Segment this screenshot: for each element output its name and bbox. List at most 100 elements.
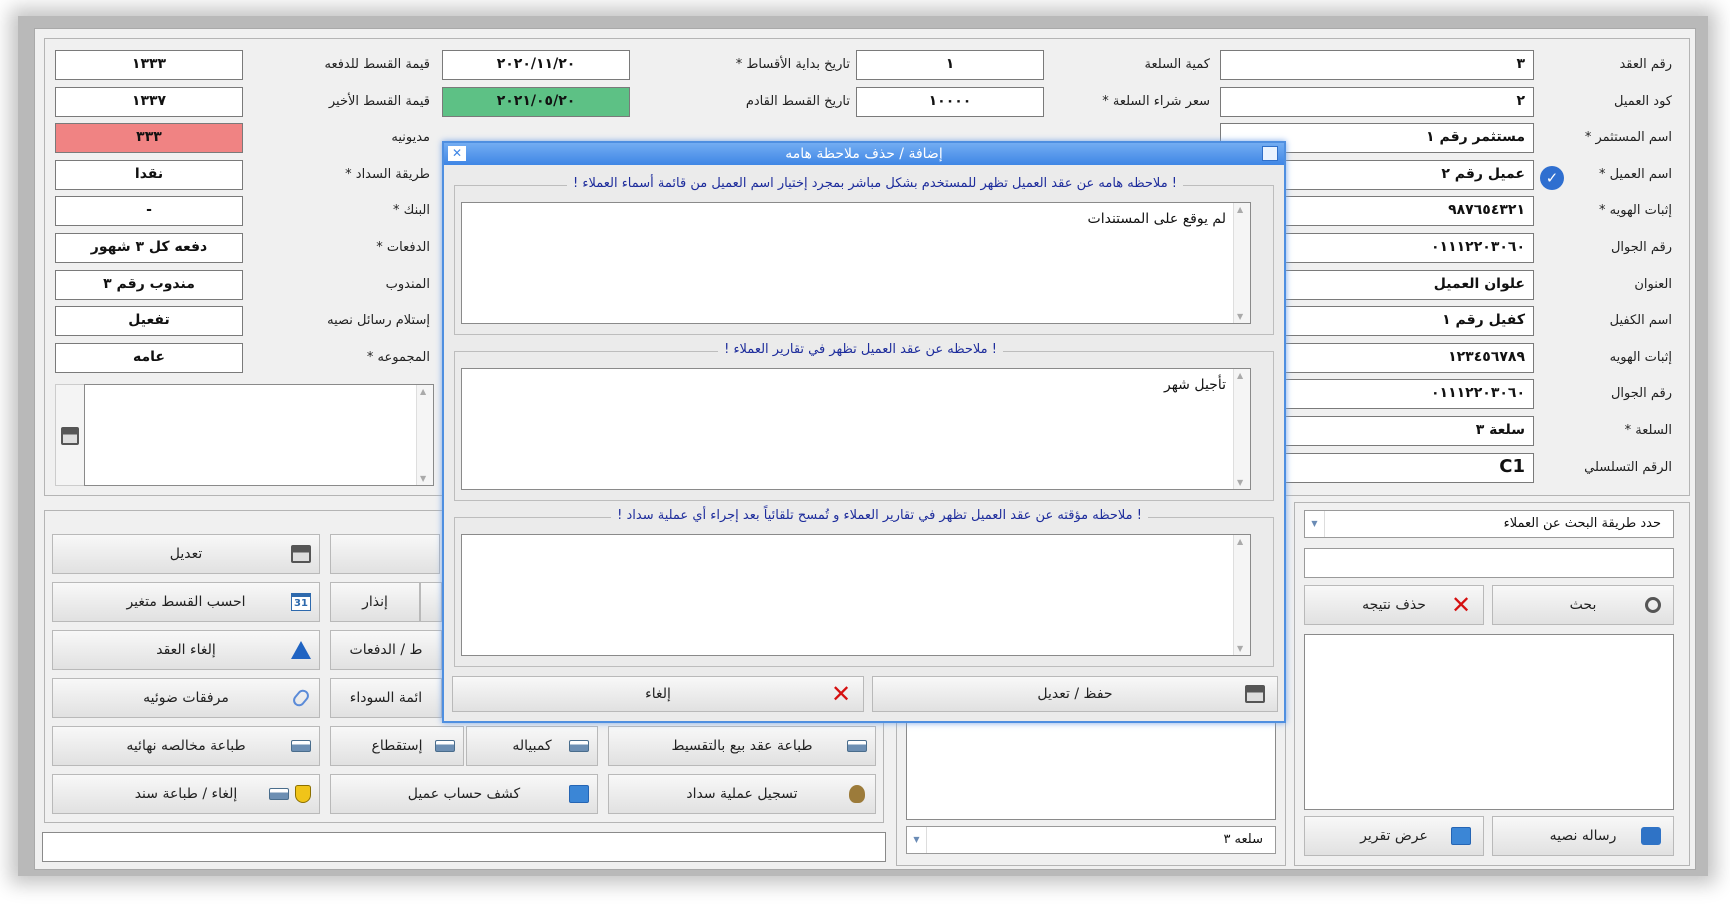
close-icon[interactable]: ✕ — [448, 146, 466, 161]
report-note-group: ! ملاحظه عن عقد العميل تظهر في تقارير ال… — [454, 342, 1274, 501]
status-bar — [42, 832, 886, 862]
col3-label-0: * تاريخ بداية الأقساط — [735, 57, 850, 72]
note-dialog: ✕ إضافة / حذف ملاحظة هامه ! ملاحظه هامه … — [442, 141, 1286, 723]
col2-field-0[interactable]: ١ — [856, 50, 1044, 80]
check-verified-icon: ✓ — [1540, 166, 1564, 190]
blacklist-button[interactable]: ائمة السوداء — [330, 678, 442, 718]
col2-label-0: كمية السلعة — [1144, 57, 1210, 72]
col4-label-2: مديونيه — [391, 130, 430, 145]
col4-label-8: * المجموعه — [366, 350, 430, 365]
window-icon — [1262, 146, 1278, 161]
col4-label-3: * طريقة السداد — [345, 167, 430, 182]
col1-label-2: * اسم المستثمر — [1584, 130, 1672, 145]
col2-label-1: * سعر شراء السلعة — [1102, 94, 1210, 109]
close-icon: ✕ — [1451, 591, 1472, 619]
col4-field-4[interactable]: - — [55, 196, 243, 226]
col1-label-1: كود العميل — [1614, 94, 1672, 109]
col1-field-0[interactable]: ٣ — [1220, 50, 1534, 80]
search-method-combo[interactable]: ▼ حدد طريقة البحث عن العملاء — [1304, 510, 1674, 538]
search-icon — [1645, 597, 1661, 613]
deduction-button[interactable]: إستقطاع — [330, 726, 464, 766]
print-clearance-button[interactable]: طباعة مخالصه نهائيه — [52, 726, 320, 766]
col4-field-1[interactable]: ١٣٣٧ — [55, 87, 243, 117]
group-legend: ! ملاحظه عن عقد العميل تظهر في تقارير ال… — [718, 342, 1003, 357]
col4-label-0: قيمة القسط للدفعه — [324, 57, 430, 72]
scrollbar[interactable] — [416, 385, 433, 485]
print-contract-button[interactable]: طباعة عقد بيع بالتقسيط — [608, 726, 876, 766]
cancel-button[interactable]: إلغاء ✕ — [452, 676, 864, 712]
close-icon: ✕ — [831, 680, 852, 708]
col4-label-5: * الدفعات — [376, 240, 430, 255]
col4-field-6[interactable]: مندوب رقم ٣ — [55, 270, 243, 300]
col4-field-3[interactable]: نقدا — [55, 160, 243, 190]
edit-note-icon — [569, 785, 589, 803]
temp-note-group: ! ملاحظه مؤقته عن عقد العميل تظهر في تقا… — [454, 508, 1274, 667]
col4-field-0[interactable]: ١٣٣٣ — [55, 50, 243, 80]
middle-list[interactable] — [906, 720, 1276, 820]
item-combo[interactable]: ▼ سلعه ٣ — [906, 826, 1276, 854]
important-note-textarea[interactable]: لم يوقع على المستندات — [461, 202, 1251, 324]
show-report-button[interactable]: عرض تقرير — [1304, 816, 1484, 856]
delete-result-button[interactable]: حذف نتيجه ✕ — [1304, 585, 1484, 625]
col1-label-7: اسم الكفيل — [1609, 313, 1672, 328]
calendar-icon: 31 — [291, 593, 311, 611]
col4-field-8[interactable]: عامه — [55, 343, 243, 373]
chevron-down-icon: ▼ — [1305, 511, 1325, 537]
col1-field-1[interactable]: ٢ — [1220, 87, 1534, 117]
search-results-list[interactable] — [1304, 634, 1674, 810]
promissory-note-button[interactable]: كمبياله — [466, 726, 598, 766]
save-icon — [291, 545, 311, 563]
col2-field-1[interactable]: ١٠٠٠٠ — [856, 87, 1044, 117]
payments-button[interactable]: ط / الدفعات — [330, 630, 442, 670]
cancel-contract-button[interactable]: إلغاء العقد — [52, 630, 320, 670]
cancel-print-voucher-button[interactable]: إلغاء / طباعة سند — [52, 774, 320, 814]
save-icon[interactable] — [61, 427, 79, 445]
scrollbar[interactable] — [1233, 369, 1250, 489]
col3-field-0[interactable]: ٢٠٢٠/١١/٢٠ — [442, 50, 630, 80]
temp-note-textarea[interactable] — [461, 534, 1251, 656]
col4-field-5[interactable]: دفعه كل ٣ شهور — [55, 233, 243, 263]
warning-extra-button[interactable] — [420, 582, 442, 622]
group-legend: ! ملاحظه مؤقته عن عقد العميل تظهر في تقا… — [611, 508, 1148, 523]
contract-notes-textarea[interactable] — [84, 384, 434, 486]
col1-label-0: رقم العقد — [1619, 57, 1672, 72]
scrollbar[interactable] — [1233, 535, 1250, 655]
paperclip-icon — [290, 687, 312, 709]
col4-label-1: قيمة القسط الأخير — [328, 94, 430, 109]
col4-field-7[interactable]: تفعيل — [55, 306, 243, 336]
chat-icon — [1641, 827, 1661, 845]
printer-icon — [847, 740, 867, 752]
col1-label-8: إثبات الهويه — [1609, 350, 1672, 365]
printer-icon — [435, 740, 455, 752]
attachments-button[interactable]: مرفقات ضوئيه — [52, 678, 320, 718]
warning-button[interactable]: إنذار — [330, 582, 420, 622]
edit-note-icon — [1451, 827, 1471, 845]
printer-icon — [569, 740, 589, 752]
printer-icon — [269, 788, 289, 800]
group-legend: ! ملاحظه هامه عن عقد العميل تظهر للمستخد… — [566, 176, 1183, 191]
variable-installment-button[interactable]: احسب القسط متغير 31 — [52, 582, 320, 622]
report-note-textarea[interactable]: تأجيل شهر — [461, 368, 1251, 490]
col3-label-1: تاريخ القسط القادم — [745, 94, 850, 109]
col3-field-1[interactable]: ٢٠٢١/٠٥/٢٠ — [442, 87, 630, 117]
register-payment-button[interactable]: تسجيل عملية سداد — [608, 774, 876, 814]
col4-field-2[interactable]: ٣٣٣ — [55, 123, 243, 153]
money-bag-icon — [849, 785, 865, 803]
edit-button[interactable]: تعديل — [52, 534, 320, 574]
col4-label-4: * البنك — [392, 203, 430, 218]
search-button[interactable]: بحث — [1492, 585, 1674, 625]
save-edit-button[interactable]: حفظ / تعديل — [872, 676, 1278, 712]
hidden-button[interactable] — [330, 534, 440, 574]
important-note-group: ! ملاحظه هامه عن عقد العميل تظهر للمستخد… — [454, 176, 1274, 335]
col1-label-5: رقم الجوال — [1610, 240, 1672, 255]
text-message-button[interactable]: رساله نصيه — [1492, 816, 1674, 856]
account-statement-button[interactable]: كشف حساب عميل — [330, 774, 598, 814]
col1-label-11: الرقم التسلسلي — [1584, 460, 1672, 475]
col1-label-10: * السلعة — [1624, 423, 1672, 438]
scrollbar[interactable] — [1233, 203, 1250, 323]
search-input[interactable] — [1304, 548, 1674, 578]
dialog-title: إضافة / حذف ملاحظة هامه — [785, 146, 943, 162]
col4-label-6: المندوب — [385, 277, 430, 292]
col1-label-4: * إثبات الهويه — [1599, 203, 1672, 218]
col1-label-6: العنوان — [1634, 277, 1672, 292]
